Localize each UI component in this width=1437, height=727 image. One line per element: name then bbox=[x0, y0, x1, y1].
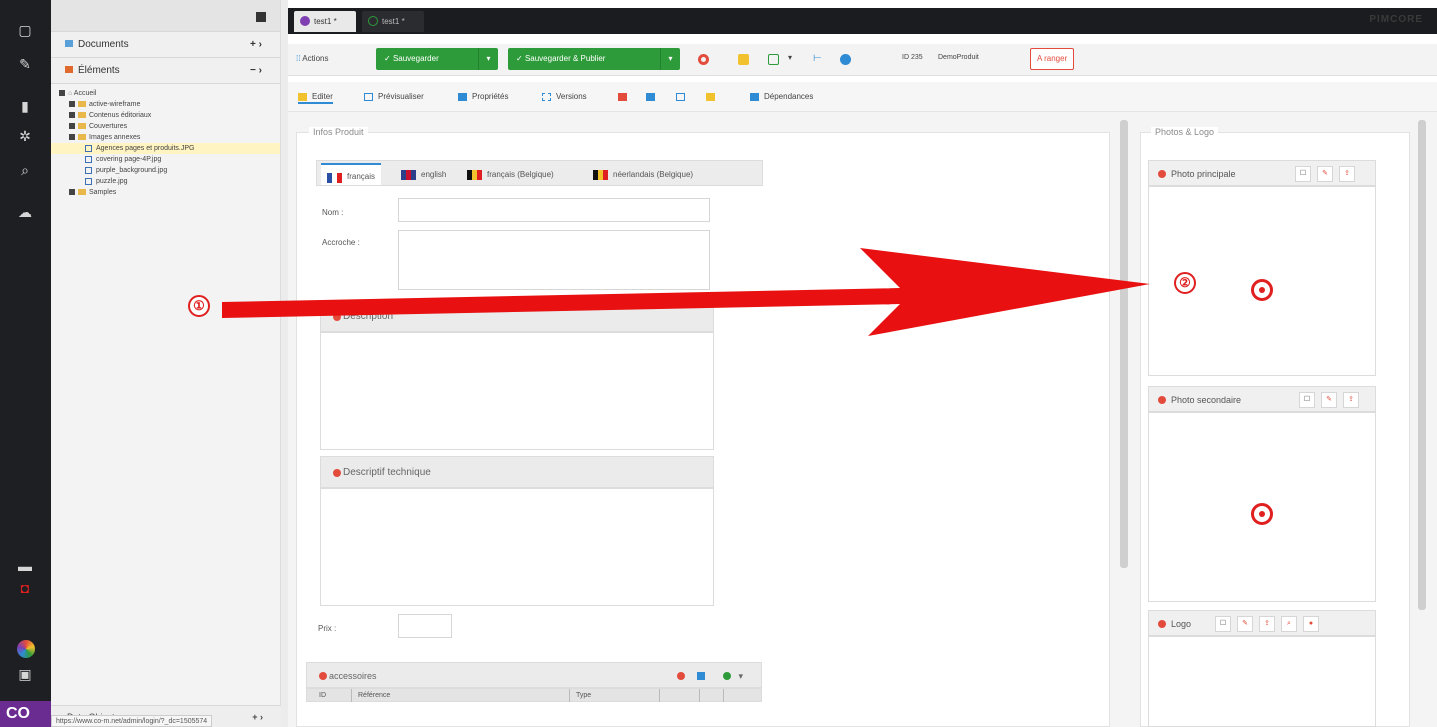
annotation-arrow bbox=[222, 248, 1150, 336]
app-window: ▢ ✎ ▮ ✲ ⌕ ☁ ▬ ◘ ▣ CO Documents + › Éléme… bbox=[0, 0, 1437, 727]
annotation-2: ② bbox=[1174, 272, 1196, 294]
annotation-1: ① bbox=[188, 295, 210, 317]
red-arrow-shape bbox=[222, 248, 1150, 336]
